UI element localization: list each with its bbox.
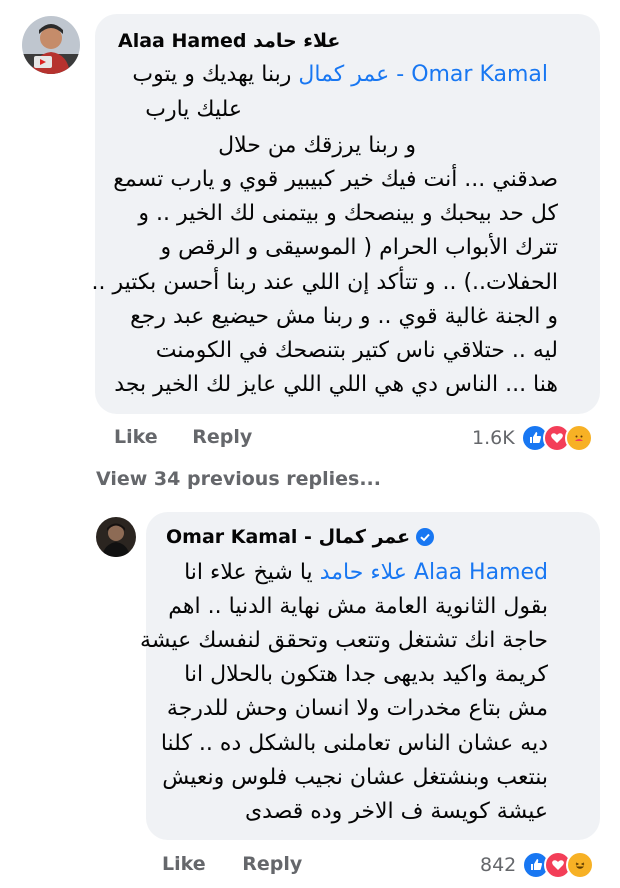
comment-text-line: ليه .. حتلاقي ناس كتير بتنصحك في الكومنت <box>155 338 558 363</box>
mention-text: يا شيخ علاء انا <box>184 560 313 585</box>
comment-text-line: الحفلات..) .. و تتأكد إن اللي عند ربنا أ… <box>91 270 558 295</box>
reaction-summary-2[interactable]: 842 <box>480 851 595 879</box>
comment-text-line: عليك يارب <box>145 97 242 122</box>
mention-text: ربنا يهديك و يتوب <box>132 62 292 87</box>
comment-text-line: هنا ... الناس دي هي اللي اللي عايز لك ال… <box>114 372 558 397</box>
comment-text-line: و الجنة غالية قوي .. و ربنا مش حيضيع عبد… <box>130 304 558 329</box>
comment-text-line: كريمة واكيد بديهى جدا هتكون بالحلال انا <box>184 662 548 687</box>
comment-text-line: كل حد بيحبك و بينصحك و بيتمنى لك الخير .… <box>138 201 558 226</box>
comment-text-line: حاجة انك تشتغل وتتعب وتحقق لنفسك عيشة <box>140 628 548 653</box>
author-name[interactable]: Alaa Hamed علاء حامد <box>118 30 340 52</box>
comment-text-line: و ربنا يرزقك من حلال <box>218 133 416 158</box>
comment-author-1[interactable]: Alaa Hamed علاء حامد <box>118 30 340 52</box>
comment-text-line: بقول الثانوية العامة مش نهاية الدنيا .. … <box>168 594 548 619</box>
mention-link[interactable]: Alaa Hamed علاء حامد <box>320 560 548 585</box>
reply-button[interactable]: Reply <box>242 853 302 875</box>
avatar-omar[interactable] <box>96 517 136 557</box>
comment-author-2[interactable]: Omar Kamal - عمر كمال <box>166 526 435 548</box>
comment-text-line: تترك الأبواب الحرام ( الموسيقى و الرقص و <box>160 235 558 260</box>
comment-actions-2: Like Reply <box>162 853 302 875</box>
comment-text-line: بنتعب وبنشتغل عشان نجيب فلوس ونعيش <box>162 765 548 790</box>
avatar-alaa[interactable] <box>22 16 80 74</box>
verified-badge-icon <box>416 528 435 546</box>
reaction-summary-1[interactable]: 1.6K <box>472 424 593 452</box>
comment-text-line: ديه عشان الناس تعاملنى بالشكل ده .. كلنا <box>160 731 548 756</box>
mention-link[interactable]: Omar Kamal - عمر كمال <box>298 62 548 87</box>
care-reaction-icon <box>564 424 593 452</box>
reaction-count: 1.6K <box>472 427 515 449</box>
author-name[interactable]: Omar Kamal - عمر كمال <box>166 526 410 548</box>
comment-actions-1: Like Reply <box>114 426 252 448</box>
comment-text-line: مش بتاع مخدرات ولا انسان وحش للدرجة <box>166 696 548 721</box>
view-previous-replies-link[interactable]: View 34 previous replies... <box>96 468 381 490</box>
reply-button[interactable]: Reply <box>192 426 252 448</box>
comment-text-line: عيشة كويسة ف الاخر وده قصدى <box>244 799 548 824</box>
reaction-count: 842 <box>480 854 517 876</box>
comment-text-line: Omar Kamal - عمر كمال ربنا يهديك و يتوب <box>132 62 548 87</box>
like-button[interactable]: Like <box>162 853 206 875</box>
haha-reaction-icon <box>566 851 595 879</box>
comment-text-line: Alaa Hamed علاء حامد يا شيخ علاء انا <box>184 560 548 585</box>
like-button[interactable]: Like <box>114 426 158 448</box>
comment-text-line: صدقني ... أنت فيك خير كبيبير قوي و يارب … <box>113 167 558 192</box>
